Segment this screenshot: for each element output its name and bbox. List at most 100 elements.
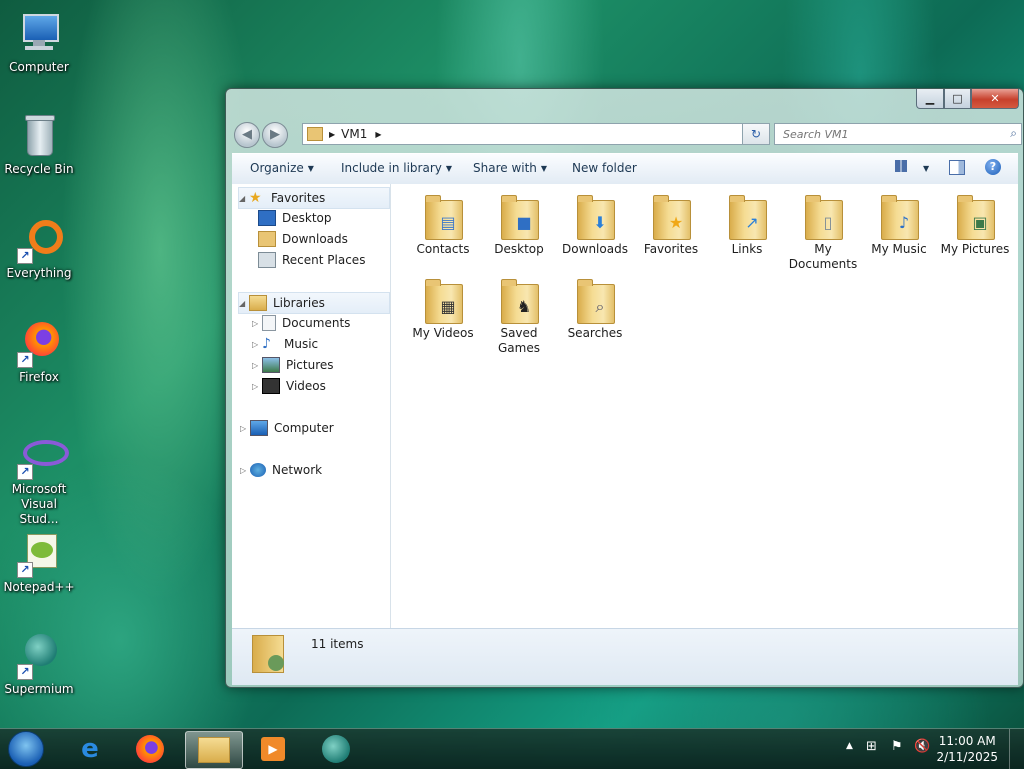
navigation-pane[interactable]: ◢ ★ Favorites Desktop Downloads Recent P… (232, 184, 391, 628)
refresh-icon: ↻ (750, 127, 762, 141)
folder-contacts[interactable]: ▤ Contacts (406, 192, 480, 257)
desktop-icon-supermium[interactable]: ↗ Supermium (2, 632, 76, 697)
expand-arrow-icon[interactable]: ◢ (239, 194, 249, 203)
clock[interactable]: 11:00 AM 2/11/2025 (936, 733, 998, 765)
refresh-button[interactable]: ↻ (742, 123, 770, 145)
taskbar-internet-explorer[interactable]: e (62, 731, 118, 767)
search-input[interactable] (781, 124, 1000, 144)
folder-icon (198, 737, 230, 763)
folder-my-music[interactable]: ♪ My Music (862, 192, 936, 257)
collapse-arrow-icon[interactable]: ▷ (240, 466, 250, 475)
nav-libraries[interactable]: ◢ Libraries (238, 292, 390, 314)
media-player-icon: ▶ (261, 737, 285, 761)
documents-icon (262, 315, 276, 331)
collapse-arrow-icon[interactable]: ▷ (252, 382, 262, 391)
chevron-down-icon: ▼ (540, 164, 548, 173)
network-tray-icon[interactable]: ⊞ (866, 739, 877, 754)
address-bar[interactable]: ▶ VM1 ▶ ▼ (302, 123, 769, 145)
nav-music-label: Music (284, 337, 319, 351)
nav-computer[interactable]: ▷ Computer (240, 418, 334, 438)
nav-documents[interactable]: ▷ Documents (252, 313, 350, 333)
folder-my-documents[interactable]: ▯ My Documents (786, 192, 860, 272)
minimize-icon: ▁ (925, 92, 935, 105)
folder-downloads[interactable]: ⬇ Downloads (558, 192, 632, 257)
help-button[interactable]: ? (985, 159, 1001, 175)
nav-documents-label: Documents (282, 316, 351, 330)
start-button[interactable] (0, 731, 52, 767)
action-center-flag-icon[interactable]: ⚑ (891, 739, 903, 754)
collapse-arrow-icon[interactable]: ▷ (252, 361, 262, 370)
nav-desktop[interactable]: Desktop (258, 208, 332, 228)
search-box[interactable]: ⌕ (774, 123, 1022, 145)
desktop-icon-firefox[interactable]: ↗ Firefox (2, 320, 76, 385)
share-with-menu[interactable]: Share with ▼ (473, 161, 547, 175)
collapse-arrow-icon[interactable]: ▷ (240, 424, 250, 433)
nav-downloads[interactable]: Downloads (258, 229, 348, 249)
desktop-icon-label: Firefox (19, 370, 59, 384)
nav-recent-places[interactable]: Recent Places (258, 250, 365, 270)
item-count: 11 items (311, 637, 364, 651)
notepadpp-icon: ↗ (15, 530, 63, 578)
nav-music[interactable]: ▷ ♪ Music (252, 334, 318, 354)
back-button[interactable]: ◀ (234, 122, 260, 148)
folder-label: My Pictures (940, 242, 1010, 256)
change-view-button[interactable] (895, 160, 907, 175)
folder-my-pictures[interactable]: ▣ My Pictures (938, 192, 1012, 257)
volume-muted-icon[interactable]: 🔇 (914, 739, 930, 754)
view-options-dropdown[interactable]: ▼ (919, 161, 929, 175)
nav-network-label: Network (272, 463, 323, 477)
nav-videos[interactable]: ▷ Videos (252, 376, 326, 396)
command-bar: Organize ▼ Include in library ▼ Share with… (232, 153, 1018, 185)
taskbar: e ▶ ▲ ⊞ ⚑ 🔇 11:00 AM 2/11/2025 (0, 728, 1024, 769)
chess-piece-badge-icon: ♞ (516, 297, 532, 316)
breadcrumb-chevron-icon[interactable]: ▶ (375, 130, 381, 139)
desktop-icon-computer[interactable]: Computer (2, 10, 76, 75)
maximize-button[interactable]: □ (944, 89, 971, 109)
navigation-bar: ◀ ▶ ▶ VM1 ▶ ▼ ↻ ⌕ (234, 121, 1022, 148)
taskbar-windows-explorer[interactable] (185, 731, 243, 769)
taskbar-media-player[interactable]: ▶ (245, 731, 301, 767)
nav-downloads-label: Downloads (282, 232, 348, 246)
explorer-window: ▁ □ ✕ ◀ ▶ ▶ VM1 ▶ ▼ ↻ ⌕ Organize▼ Includ… (225, 88, 1024, 688)
nav-videos-label: Videos (286, 379, 326, 393)
folder-saved-games[interactable]: ♞ Saved Games (482, 276, 556, 356)
folder-links[interactable]: ↗ Links (710, 192, 784, 257)
taskbar-supermium[interactable] (308, 731, 364, 767)
nav-favorites[interactable]: ◢ ★ Favorites (238, 187, 390, 209)
taskbar-firefox[interactable] (122, 731, 178, 767)
close-button[interactable]: ✕ (971, 89, 1019, 109)
desktop-icon-recycle-bin[interactable]: Recycle Bin (2, 112, 76, 177)
folder-favorites[interactable]: ★ Favorites (634, 192, 708, 257)
shortcut-arrow-icon: ↗ (17, 248, 33, 264)
folder-desktop[interactable]: ■ Desktop (482, 192, 556, 257)
nav-network[interactable]: ▷ Network (240, 460, 322, 480)
show-hidden-icons-button[interactable]: ▲ (846, 741, 853, 751)
desktop-icon-everything[interactable]: ↗ Everything (2, 216, 76, 281)
clock-date: 2/11/2025 (936, 750, 998, 764)
preview-pane-button[interactable] (949, 160, 965, 178)
breadcrumb-vm1[interactable]: VM1 (341, 127, 367, 141)
new-folder-button[interactable]: New folder (572, 161, 637, 175)
file-list[interactable]: ▤ Contacts ■ Desktop ⬇ Downloads ★ Favor… (391, 184, 1018, 628)
show-desktop-button[interactable] (1009, 729, 1024, 769)
picture-badge-icon: ▣ (972, 213, 988, 232)
forward-button[interactable]: ▶ (262, 122, 288, 148)
folder-searches[interactable]: ⌕ Searches (558, 276, 632, 341)
windows-orb-icon (8, 731, 44, 767)
organize-menu[interactable]: Organize ▼ (250, 161, 314, 175)
desktop-icon-notepadpp[interactable]: ↗ Notepad++ (2, 530, 76, 595)
collapse-arrow-icon[interactable]: ▷ (252, 319, 262, 328)
minimize-button[interactable]: ▁ (916, 89, 944, 109)
search-icon[interactable]: ⌕ (1010, 126, 1017, 141)
supermium-icon (322, 735, 350, 763)
collapse-arrow-icon[interactable]: ▷ (252, 340, 262, 349)
include-in-library-menu[interactable]: Include in library ▼ (341, 161, 452, 175)
nav-pictures[interactable]: ▷ Pictures (252, 355, 334, 375)
desktop-icon-visual-studio[interactable]: ↗ Microsoft Visual Stud... (2, 432, 76, 527)
expand-arrow-icon[interactable]: ◢ (239, 299, 249, 308)
nav-computer-label: Computer (274, 421, 334, 435)
folder-label: Saved Games (498, 326, 540, 355)
folder-my-videos[interactable]: ▦ My Videos (406, 276, 480, 341)
network-icon (250, 463, 266, 477)
caption-buttons: ▁ □ ✕ (916, 89, 1019, 109)
